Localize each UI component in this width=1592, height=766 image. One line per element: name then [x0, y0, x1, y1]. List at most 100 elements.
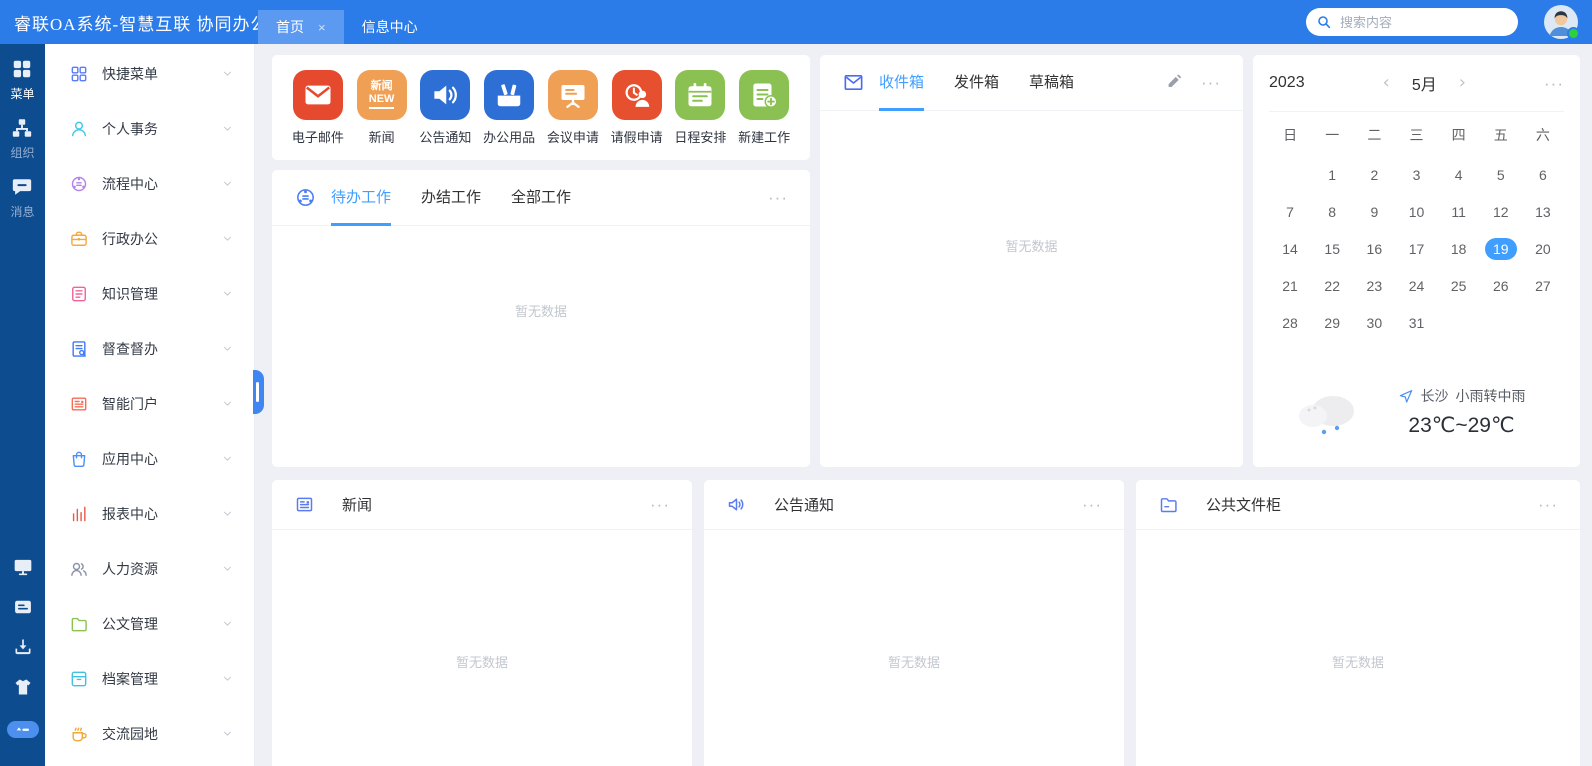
sidebar-item-督查督办[interactable]: 督查督办	[45, 321, 254, 376]
more-icon[interactable]: ···	[1544, 75, 1564, 92]
prev-month-icon[interactable]: ‹	[1383, 74, 1390, 92]
quick-app-会议申请[interactable]: 会议申请	[541, 70, 605, 146]
weekday-label: 三	[1395, 125, 1437, 145]
sidebar-item-档案管理[interactable]: 档案管理	[45, 651, 254, 706]
monitor-icon[interactable]	[13, 557, 33, 577]
tab-草稿箱[interactable]: 草稿箱	[1029, 55, 1074, 111]
presentation-icon	[548, 70, 598, 120]
calendar-day-31[interactable]: 31	[1395, 312, 1437, 334]
calendar-day-22[interactable]: 22	[1311, 275, 1353, 297]
sidebar-item-label: 行政办公	[102, 229, 158, 249]
sidebar-item-label: 应用中心	[102, 449, 158, 469]
sidebar-item-人力资源[interactable]: 人力资源	[45, 541, 254, 596]
sidebar-item-个人事务[interactable]: 个人事务	[45, 101, 254, 156]
rail-item-菜单[interactable]: 菜单	[10, 58, 34, 102]
sidebar-item-交流园地[interactable]: 交流园地	[45, 706, 254, 761]
quick-app-label: 办公用品	[477, 127, 541, 146]
download-icon[interactable]	[13, 637, 33, 657]
calendar-year: 2023	[1269, 74, 1305, 92]
chevron-down-icon	[221, 397, 234, 410]
card-icon[interactable]	[13, 597, 33, 617]
rail-item-组织[interactable]: 组织	[10, 117, 34, 161]
rail-item-消息[interactable]: 消息	[10, 176, 34, 220]
calendar-day-9[interactable]: 9	[1353, 201, 1395, 223]
calendar-day-16[interactable]: 16	[1353, 238, 1395, 260]
next-month-icon[interactable]: ›	[1459, 74, 1466, 92]
calendar-day-27[interactable]: 27	[1522, 275, 1564, 297]
panel-公告通知: 公告通知···暂无数据	[704, 480, 1124, 766]
weekday-label: 一	[1311, 125, 1353, 145]
calendar-day-empty	[1480, 315, 1522, 331]
calendar-day-11[interactable]: 11	[1438, 201, 1480, 223]
close-icon[interactable]: ×	[318, 21, 326, 34]
more-icon[interactable]: ···	[1082, 496, 1102, 513]
calendar-day-7[interactable]: 7	[1269, 201, 1311, 223]
calendar-day-28[interactable]: 28	[1269, 312, 1311, 334]
quick-app-新建工作[interactable]: 新建工作	[732, 70, 796, 146]
weekday-label: 日	[1269, 125, 1311, 145]
calendar-day-19[interactable]: 19	[1480, 238, 1522, 260]
calendar-day-12[interactable]: 12	[1480, 201, 1522, 223]
tab-办结工作[interactable]: 办结工作	[421, 170, 481, 226]
calendar-day-8[interactable]: 8	[1311, 201, 1353, 223]
calendar-day-3[interactable]: 3	[1395, 164, 1437, 186]
sidebar-item-快捷菜单[interactable]: 快捷菜单	[45, 46, 254, 101]
search-box[interactable]	[1306, 8, 1518, 36]
calendar-day-30[interactable]: 30	[1353, 312, 1395, 334]
quick-app-日程安排[interactable]: 日程安排	[669, 70, 733, 146]
tab-收件箱[interactable]: 收件箱	[879, 55, 924, 111]
sidebar-item-公文管理[interactable]: 公文管理	[45, 596, 254, 651]
calendar-day-5[interactable]: 5	[1480, 164, 1522, 186]
quick-app-请假申请[interactable]: 请假申请	[605, 70, 669, 146]
quick-app-电子邮件[interactable]: 电子邮件	[286, 70, 350, 146]
tab-信息中心[interactable]: 信息中心	[344, 10, 436, 44]
calendar-day-4[interactable]: 4	[1438, 164, 1480, 186]
more-icon[interactable]: ···	[1538, 496, 1558, 513]
more-icon[interactable]: ···	[650, 496, 670, 513]
sidebar-item-知识管理[interactable]: 知识管理	[45, 266, 254, 321]
search-input[interactable]	[1340, 15, 1500, 30]
sidebar-item-报表中心[interactable]: 报表中心	[45, 486, 254, 541]
calendar-day-14[interactable]: 14	[1269, 238, 1311, 260]
quick-app-新闻[interactable]: 新闻NEW新闻	[350, 70, 414, 146]
tab-发件箱[interactable]: 发件箱	[954, 55, 999, 111]
calendar-day-1[interactable]: 1	[1311, 164, 1353, 186]
calendar-day-15[interactable]: 15	[1311, 238, 1353, 260]
panel-公共文件柜: 公共文件柜···暂无数据	[1136, 480, 1580, 766]
calendar-day-2[interactable]: 2	[1353, 164, 1395, 186]
shirt-icon[interactable]	[13, 677, 33, 697]
tab-全部工作[interactable]: 全部工作	[511, 170, 571, 226]
calendar-day-17[interactable]: 17	[1395, 238, 1437, 260]
calendar-day-6[interactable]: 6	[1522, 164, 1564, 186]
calendar-day-20[interactable]: 20	[1522, 238, 1564, 260]
quick-app-label: 请假申请	[605, 127, 669, 146]
tab-待办工作[interactable]: 待办工作	[331, 170, 391, 226]
calendar-day-29[interactable]: 29	[1311, 312, 1353, 334]
quick-app-办公用品[interactable]: 办公用品	[477, 70, 541, 146]
work-tabs: 待办工作办结工作全部工作	[331, 170, 571, 226]
org-icon	[11, 117, 33, 139]
avatar[interactable]	[1544, 5, 1578, 39]
sidebar-item-行政办公[interactable]: 行政办公	[45, 211, 254, 266]
more-icon[interactable]: ···	[768, 189, 788, 206]
calendar-day-18[interactable]: 18	[1438, 238, 1480, 260]
sidebar-item-流程中心[interactable]: 流程中心	[45, 156, 254, 211]
weather-condition: 小雨转中雨	[1456, 386, 1526, 406]
calendar-day-21[interactable]: 21	[1269, 275, 1311, 297]
calendar-day-25[interactable]: 25	[1438, 275, 1480, 297]
tab-首页[interactable]: 首页×	[258, 10, 344, 44]
calendar-day-24[interactable]: 24	[1395, 275, 1437, 297]
quick-app-公告通知[interactable]: 公告通知	[414, 70, 478, 146]
compose-pencil-icon[interactable]	[1166, 74, 1183, 91]
calendar-day-10[interactable]: 10	[1395, 201, 1437, 223]
sidebar-item-应用中心[interactable]: 应用中心	[45, 431, 254, 486]
calendar-day-26[interactable]: 26	[1480, 275, 1522, 297]
more-icon[interactable]: ···	[1201, 74, 1221, 91]
sidebar-item-智能门户[interactable]: 智能门户	[45, 376, 254, 431]
calendar-day-23[interactable]: 23	[1353, 275, 1395, 297]
rail-toggle-button[interactable]	[7, 721, 39, 738]
mail-icon	[842, 71, 865, 94]
calendar-day-13[interactable]: 13	[1522, 201, 1564, 223]
chevron-down-icon	[221, 232, 234, 245]
sidebar-collapse-handle[interactable]	[253, 370, 264, 414]
